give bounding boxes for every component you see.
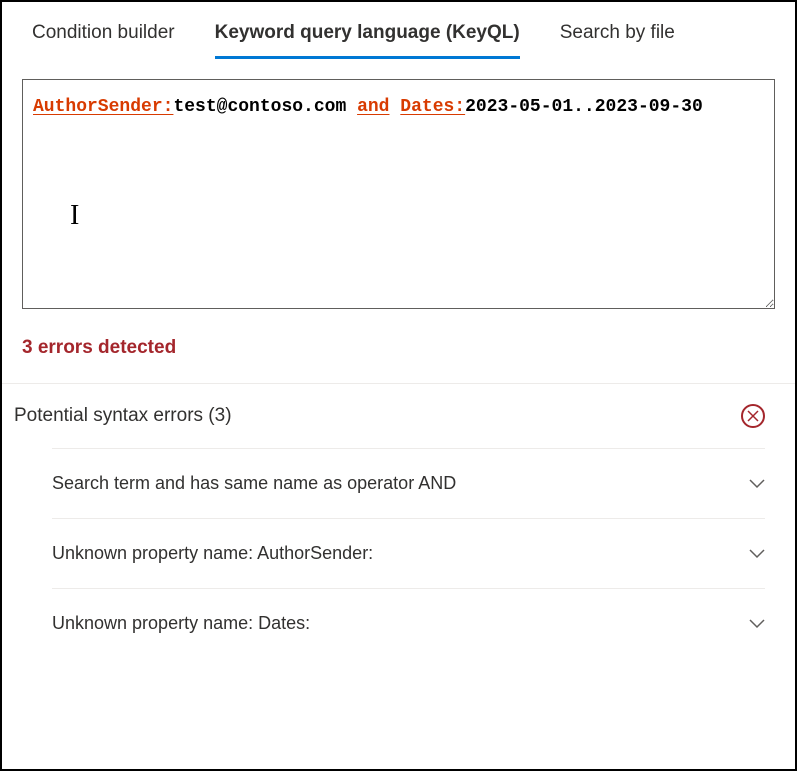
query-token-value: 2023-05-01..2023-09-30 <box>465 97 703 117</box>
error-item[interactable]: Unknown property name: Dates: <box>52 588 765 658</box>
tab-keyql[interactable]: Keyword query language (KeyQL) <box>215 22 520 59</box>
error-item-text: Search term and has same name as operato… <box>52 473 456 494</box>
syntax-errors-title: Potential syntax errors (3) <box>14 405 232 427</box>
error-item[interactable]: Search term and has same name as operato… <box>52 448 765 518</box>
close-button[interactable] <box>741 404 765 428</box>
query-token-operator-error: and <box>357 97 389 117</box>
chevron-down-icon <box>749 546 765 562</box>
query-token-property-error: Dates: <box>400 97 465 117</box>
query-container: AuthorSender:test@contoso.com and Dates:… <box>22 79 775 309</box>
error-item[interactable]: Unknown property name: AuthorSender: <box>52 518 765 588</box>
error-item-text: Unknown property name: Dates: <box>52 613 310 634</box>
syntax-errors-header: Potential syntax errors (3) <box>2 384 795 448</box>
tab-search-by-file[interactable]: Search by file <box>560 22 675 59</box>
query-input[interactable]: AuthorSender:test@contoso.com and Dates:… <box>22 79 775 309</box>
query-token-property-error: AuthorSender: <box>33 97 173 117</box>
tab-condition-builder[interactable]: Condition builder <box>32 22 175 59</box>
tab-bar: Condition builder Keyword query language… <box>2 2 795 59</box>
chevron-down-icon <box>749 476 765 492</box>
query-token-value: test@contoso.com <box>173 97 346 117</box>
error-list: Search term and has same name as operato… <box>2 448 795 658</box>
close-icon <box>747 410 759 422</box>
chevron-down-icon <box>749 616 765 632</box>
error-count-label: 3 errors detected <box>22 337 775 359</box>
error-item-text: Unknown property name: AuthorSender: <box>52 543 373 564</box>
